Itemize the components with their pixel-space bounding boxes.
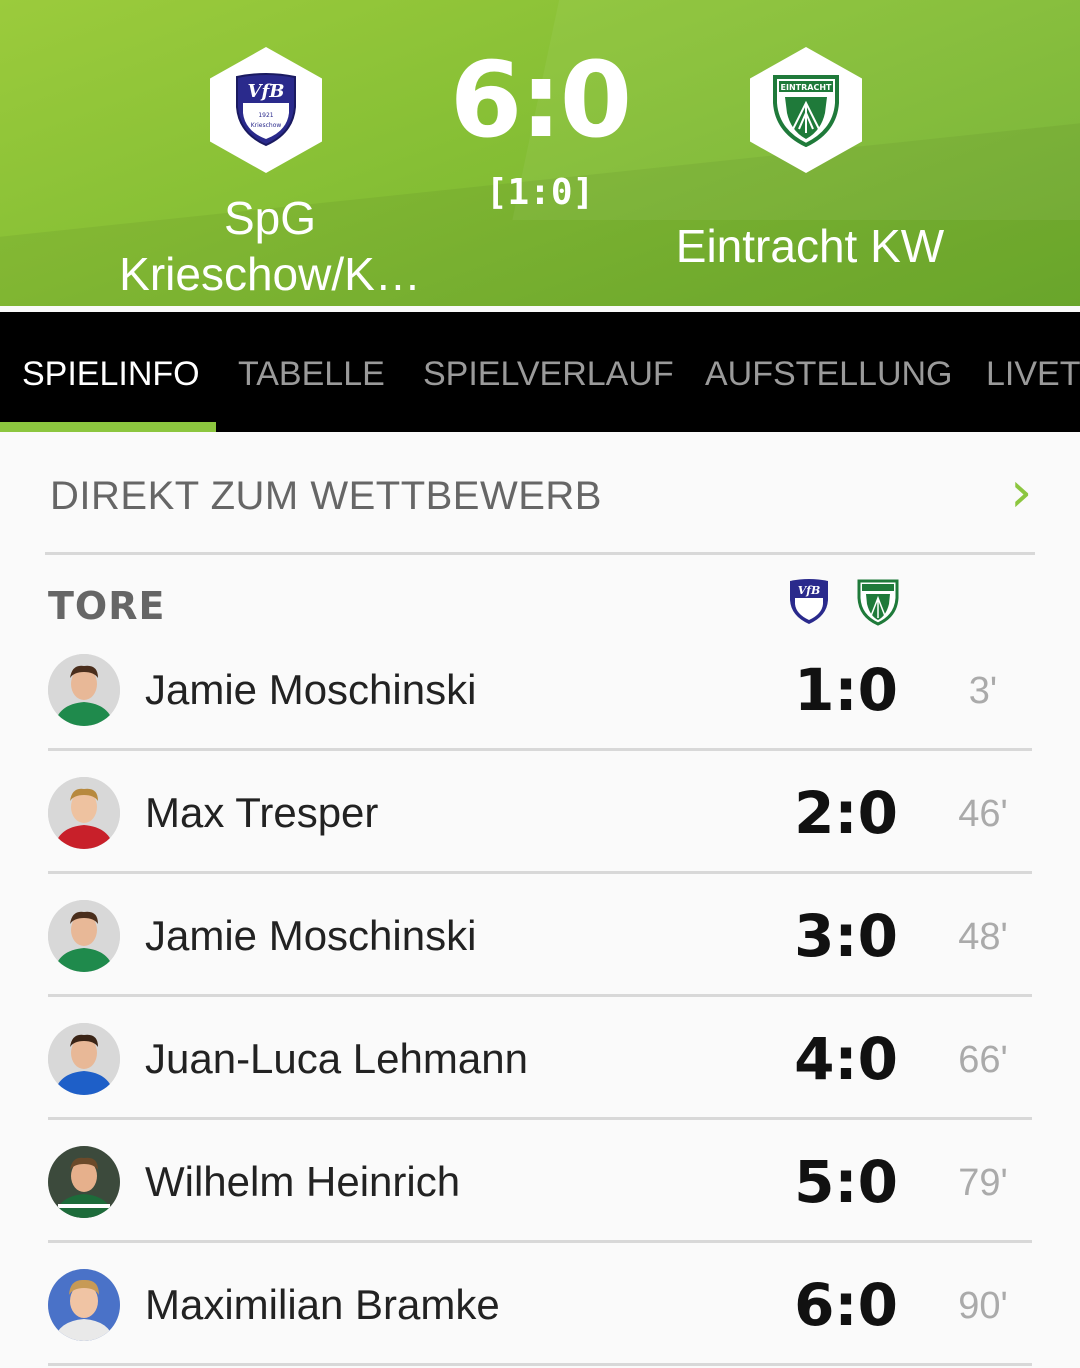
svg-text:VfB: VfB bbox=[798, 584, 821, 597]
tab-tabelle[interactable]: TABELLE bbox=[238, 312, 385, 432]
competition-link[interactable]: DIREKT ZUM WETTBEWERB › bbox=[0, 432, 1080, 554]
goal-minute: 3' bbox=[968, 670, 998, 712]
competition-link-label: DIREKT ZUM WETTBEWERB bbox=[50, 474, 602, 518]
final-score: 6:0 bbox=[449, 39, 632, 161]
tab-liveticker[interactable]: LIVET bbox=[986, 312, 1080, 432]
player-avatar bbox=[48, 900, 120, 972]
player-avatar bbox=[48, 777, 120, 849]
row-divider bbox=[48, 1363, 1032, 1366]
goal-scorer-name: Max Tresper bbox=[145, 789, 379, 836]
vfb-crest-icon: VfB 1921 Krieschow bbox=[236, 73, 296, 147]
home-team-name-line2: Krieschow/K… bbox=[119, 248, 421, 300]
goal-minute: 79' bbox=[958, 1162, 1008, 1204]
goal-row[interactable]: Max Tresper 2:0 46' bbox=[48, 751, 1032, 874]
away-mini-crest-icon bbox=[857, 579, 899, 626]
goal-scorer-name: Wilhelm Heinrich bbox=[145, 1158, 461, 1205]
goal-row[interactable]: Maximilian Bramke 6:0 90' bbox=[48, 1243, 1032, 1366]
player-avatar bbox=[48, 1146, 120, 1218]
goal-scorer-name: Jamie Moschinski bbox=[145, 912, 477, 959]
tab-aufstellung[interactable]: AUFSTELLUNG bbox=[705, 312, 953, 432]
tab-spielverlauf[interactable]: SPIELVERLAUF bbox=[423, 312, 674, 432]
goal-minute: 46' bbox=[958, 793, 1008, 835]
goals-section-title: TORE bbox=[48, 584, 166, 628]
player-avatar bbox=[48, 1023, 120, 1095]
goal-row[interactable]: Jamie Moschinski 3:0 48' bbox=[48, 874, 1032, 997]
goal-minute: 66' bbox=[958, 1039, 1008, 1081]
player-avatar bbox=[48, 1269, 120, 1341]
active-tab-indicator bbox=[0, 422, 216, 432]
divider bbox=[45, 552, 1035, 555]
goal-score: 1:0 bbox=[794, 656, 898, 724]
svg-text:Krieschow: Krieschow bbox=[251, 122, 282, 129]
goal-scorer-name: Juan-Luca Lehmann bbox=[145, 1035, 528, 1082]
svg-text:EINTRACHT: EINTRACHT bbox=[781, 83, 833, 92]
away-team-name[interactable]: Eintracht KW bbox=[630, 218, 990, 274]
player-avatar bbox=[48, 654, 120, 726]
goal-score: 6:0 bbox=[794, 1271, 898, 1339]
goal-scorer-name: Maximilian Bramke bbox=[145, 1281, 500, 1328]
goal-score: 2:0 bbox=[794, 779, 898, 847]
goal-row[interactable]: Wilhelm Heinrich 5:0 79' bbox=[48, 1120, 1032, 1243]
goal-score: 4:0 bbox=[794, 1025, 898, 1093]
goal-scorer-name: Jamie Moschinski bbox=[145, 666, 477, 713]
home-mini-crest-icon: VfB bbox=[790, 579, 828, 624]
eintracht-crest-icon: EINTRACHT bbox=[773, 75, 839, 147]
tab-bar: SPIELINFO TABELLE SPIELVERLAUF AUFSTELLU… bbox=[0, 312, 1080, 432]
goal-row[interactable]: Jamie Moschinski 1:0 3' bbox=[48, 628, 1032, 751]
goal-minute: 48' bbox=[958, 916, 1008, 958]
home-team-name-line1: SpG bbox=[223, 192, 317, 244]
svg-text:1921: 1921 bbox=[258, 112, 273, 119]
goal-score: 3:0 bbox=[794, 902, 898, 970]
svg-text:VfB: VfB bbox=[248, 81, 285, 102]
chevron-right-icon: › bbox=[1010, 460, 1033, 525]
goal-minute: 90' bbox=[958, 1285, 1008, 1327]
home-team-crest[interactable]: VfB 1921 Krieschow bbox=[210, 47, 322, 173]
goal-row[interactable]: Juan-Luca Lehmann 4:0 66' bbox=[48, 997, 1032, 1120]
goal-score: 5:0 bbox=[794, 1148, 898, 1216]
match-header: VfB 1921 Krieschow 6:0 [1:0] EINTRACHT S… bbox=[0, 0, 1080, 306]
home-team-name[interactable]: SpG Krieschow/K… bbox=[60, 190, 480, 302]
tab-spielinfo[interactable]: SPIELINFO bbox=[22, 312, 200, 432]
